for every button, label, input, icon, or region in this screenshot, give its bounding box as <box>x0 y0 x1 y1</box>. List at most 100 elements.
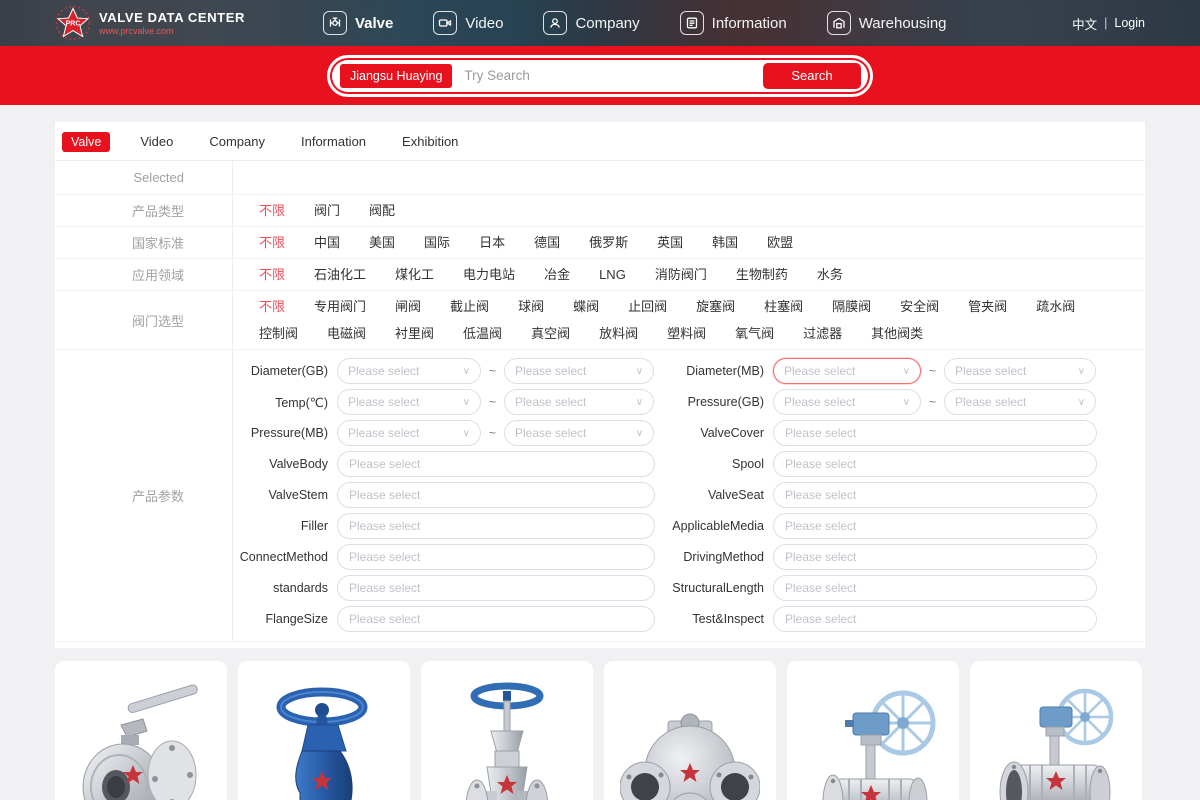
param-input[interactable] <box>337 606 655 632</box>
filter-option[interactable]: 止回阀 <box>628 293 667 320</box>
nav-item-information[interactable]: Information <box>680 11 787 35</box>
chevron-down-icon: ∨ <box>1078 366 1085 377</box>
filter-option[interactable]: 衬里阀 <box>395 320 434 347</box>
filter-option[interactable]: 国际 <box>424 229 450 256</box>
filter-option[interactable]: 德国 <box>534 229 560 256</box>
product-card[interactable] <box>238 661 410 800</box>
filter-option[interactable]: 过滤器 <box>803 320 842 347</box>
filter-option[interactable]: 疏水阀 <box>1036 293 1075 320</box>
param-select[interactable]: Please select∨ <box>337 420 481 446</box>
param-select[interactable]: Please select∨ <box>944 389 1096 415</box>
filter-option[interactable]: 不限 <box>259 293 285 320</box>
filter-option[interactable]: 放料阀 <box>599 320 638 347</box>
filter-option[interactable]: 真空阀 <box>531 320 570 347</box>
filter-option[interactable]: 旋塞阀 <box>696 293 735 320</box>
filter-option[interactable]: 控制阀 <box>259 320 298 347</box>
filter-option[interactable]: 消防阀门 <box>655 261 707 288</box>
param-input[interactable] <box>773 606 1097 632</box>
filter-option[interactable]: 欧盟 <box>767 229 793 256</box>
tab-exhibition[interactable]: Exhibition <box>396 131 464 152</box>
param-input[interactable] <box>773 420 1097 446</box>
product-card[interactable] <box>421 661 593 800</box>
nav-item-company[interactable]: Company <box>543 11 639 35</box>
param-row: ValveBody <box>233 451 669 477</box>
selected-label: Selected <box>55 161 233 194</box>
nav-item-warehousing[interactable]: Warehousing <box>827 11 947 35</box>
tab-company[interactable]: Company <box>203 131 271 152</box>
param-input[interactable] <box>337 513 655 539</box>
param-select[interactable]: Please select∨ <box>504 420 654 446</box>
filter-option[interactable]: 低温阀 <box>463 320 502 347</box>
product-card[interactable] <box>970 661 1142 800</box>
param-row: StructuralLength <box>669 575 1145 601</box>
filter-option[interactable]: 韩国 <box>712 229 738 256</box>
filter-option[interactable]: 阀门 <box>314 197 340 224</box>
filter-option[interactable]: 电力电站 <box>463 261 515 288</box>
param-input[interactable] <box>337 575 655 601</box>
filter-option[interactable]: 氧气阀 <box>735 320 774 347</box>
search-button[interactable]: Search <box>763 63 861 89</box>
param-input[interactable] <box>773 482 1097 508</box>
filter-option[interactable]: 其他阀类 <box>871 320 923 347</box>
product-card[interactable] <box>604 661 776 800</box>
filter-option[interactable]: 管夹阀 <box>968 293 1007 320</box>
param-input[interactable] <box>773 544 1097 570</box>
tab-video[interactable]: Video <box>134 131 179 152</box>
gear-operated-ball-valve-image <box>803 679 943 800</box>
filter-option[interactable]: 隔膜阀 <box>832 293 871 320</box>
param-label: StructuralLength <box>669 581 773 595</box>
filter-option[interactable]: 日本 <box>479 229 505 256</box>
tab-information[interactable]: Information <box>295 131 372 152</box>
filter-option[interactable]: 不限 <box>259 229 285 256</box>
chevron-down-icon: ∨ <box>903 366 910 377</box>
filter-option[interactable]: 水务 <box>817 261 843 288</box>
product-card[interactable] <box>787 661 959 800</box>
search-keyword-tag[interactable]: Jiangsu Huaying <box>340 64 452 88</box>
param-row: ValveSeat <box>669 482 1145 508</box>
filter-option[interactable]: 阀配 <box>369 197 395 224</box>
filter-option[interactable]: 专用阀门 <box>314 293 366 320</box>
nav-item-valve[interactable]: Valve <box>323 11 393 35</box>
param-input[interactable] <box>773 451 1097 477</box>
param-select[interactable]: Please select∨ <box>773 389 921 415</box>
param-select[interactable]: Please select∨ <box>337 358 481 384</box>
param-select[interactable]: Please select∨ <box>773 358 921 384</box>
filter-option[interactable]: 煤化工 <box>395 261 434 288</box>
filter-option[interactable]: 不限 <box>259 197 285 224</box>
filter-option[interactable]: 不限 <box>259 261 285 288</box>
search-input[interactable] <box>452 68 763 83</box>
tab-valve[interactable]: Valve <box>62 132 110 152</box>
filter-option[interactable]: 中国 <box>314 229 340 256</box>
filter-option[interactable]: 电磁阀 <box>327 320 366 347</box>
filter-option[interactable]: 石油化工 <box>314 261 366 288</box>
login-link[interactable]: Login <box>1114 16 1145 30</box>
nav-item-video[interactable]: Video <box>433 11 503 35</box>
param-select[interactable]: Please select∨ <box>504 389 654 415</box>
param-input[interactable] <box>773 575 1097 601</box>
filter-option[interactable]: 蝶阀 <box>573 293 599 320</box>
param-input[interactable] <box>337 544 655 570</box>
param-select[interactable]: Please select∨ <box>337 389 481 415</box>
filter-option[interactable]: 柱塞阀 <box>764 293 803 320</box>
param-input[interactable] <box>773 513 1097 539</box>
product-card[interactable] <box>55 661 227 800</box>
filter-option[interactable]: 美国 <box>369 229 395 256</box>
param-input[interactable] <box>337 482 655 508</box>
param-select[interactable]: Please select∨ <box>504 358 654 384</box>
filter-option[interactable]: LNG <box>599 261 626 288</box>
param-row: Test&Inspect <box>669 606 1145 632</box>
filter-option[interactable]: 英国 <box>657 229 683 256</box>
param-select[interactable]: Please select∨ <box>944 358 1096 384</box>
param-input[interactable] <box>337 451 655 477</box>
filter-option[interactable]: 球阀 <box>518 293 544 320</box>
filter-option[interactable]: 闸阀 <box>395 293 421 320</box>
filter-option[interactable]: 生物制药 <box>736 261 788 288</box>
filter-option[interactable]: 俄罗斯 <box>589 229 628 256</box>
param-label: FlangeSize <box>233 612 337 626</box>
language-switch[interactable]: 中文 <box>1072 14 1097 33</box>
filter-option[interactable]: 安全阀 <box>900 293 939 320</box>
filter-option[interactable]: 冶金 <box>544 261 570 288</box>
filter-option[interactable]: 截止阀 <box>450 293 489 320</box>
filter-option[interactable]: 塑料阀 <box>667 320 706 347</box>
brand-logo[interactable]: PRC VALVE DATA CENTER www.prcvalve.com <box>55 5 245 41</box>
